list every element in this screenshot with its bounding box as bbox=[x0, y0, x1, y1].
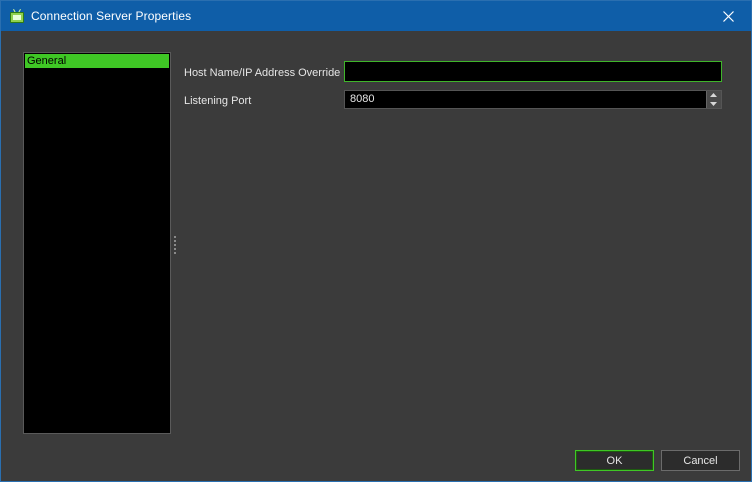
listening-port-spinbox[interactable]: 8080 bbox=[344, 90, 722, 109]
close-button[interactable] bbox=[705, 1, 751, 31]
host-name-input[interactable] bbox=[344, 61, 722, 82]
listening-port-value: 8080 bbox=[350, 93, 375, 105]
ok-button[interactable]: OK bbox=[575, 450, 654, 471]
connection-server-properties-dialog: Connection Server Properties General Hos… bbox=[0, 0, 752, 482]
window-title: Connection Server Properties bbox=[31, 9, 192, 23]
spin-up-button[interactable] bbox=[707, 91, 720, 99]
category-list: General bbox=[23, 52, 171, 434]
cancel-button[interactable]: Cancel bbox=[661, 450, 740, 471]
spin-buttons bbox=[706, 91, 721, 108]
arrow-up-icon bbox=[710, 93, 717, 97]
close-icon bbox=[722, 10, 734, 22]
spin-down-button[interactable] bbox=[707, 100, 720, 108]
host-name-label: Host Name/IP Address Override bbox=[184, 67, 341, 79]
title-bar: Connection Server Properties bbox=[1, 1, 751, 31]
category-item-general[interactable]: General bbox=[25, 54, 169, 68]
listening-port-label: Listening Port bbox=[184, 95, 252, 107]
arrow-down-icon bbox=[710, 102, 717, 106]
splitter-handle[interactable] bbox=[174, 236, 176, 254]
tv-icon bbox=[10, 9, 24, 23]
